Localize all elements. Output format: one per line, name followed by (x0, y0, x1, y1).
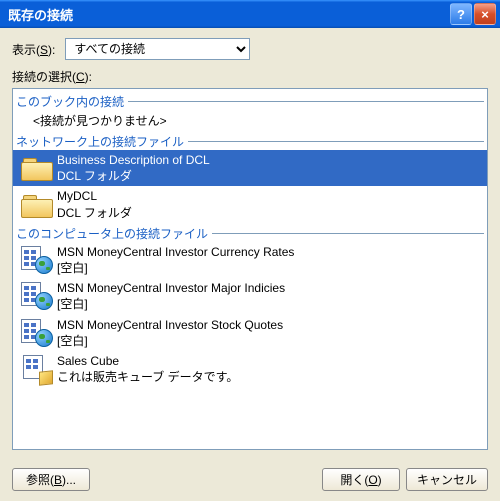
item-title: MSN MoneyCentral Investor Major Indicies (57, 280, 483, 296)
title-bar: 既存の接続 ? × (0, 0, 500, 28)
item-sub: [空白] (57, 296, 483, 312)
window-title: 既存の接続 (8, 5, 448, 24)
cube-file-icon (23, 355, 51, 383)
section-header-workbook: このブック内の接続 (13, 93, 487, 110)
item-title: MSN MoneyCentral Investor Currency Rates (57, 244, 483, 260)
item-title: Sales Cube (57, 353, 483, 369)
item-sub: DCL フォルダ (57, 205, 483, 221)
show-select[interactable]: すべての接続 (65, 38, 250, 60)
list-item[interactable]: MyDCL DCL フォルダ (13, 186, 487, 222)
dialog-footer: 参照(B)... 開く(O) キャンセル (0, 458, 500, 501)
show-row: 表示(S): すべての接続 (12, 38, 488, 60)
section-header-computer: このコンピュータ上の接続ファイル (13, 225, 487, 242)
folder-icon (21, 156, 53, 180)
list-item[interactable]: MSN MoneyCentral Investor Major Indicies… (13, 278, 487, 314)
open-button[interactable]: 開く(O) (322, 468, 400, 491)
folder-icon (21, 193, 53, 217)
browse-button[interactable]: 参照(B)... (12, 468, 90, 491)
list-item[interactable]: Sales Cube これは販売キューブ データです。 (13, 351, 487, 387)
item-sub: DCL フォルダ (57, 168, 483, 184)
workbook-empty-msg: <接続が見つかりません> (13, 110, 487, 131)
list-item[interactable]: MSN MoneyCentral Investor Currency Rates… (13, 242, 487, 278)
connection-file-icon (21, 319, 53, 347)
section-header-network: ネットワーク上の接続ファイル (13, 133, 487, 150)
item-sub: [空白] (57, 260, 483, 276)
list-item[interactable]: MSN MoneyCentral Investor Stock Quotes [… (13, 315, 487, 351)
item-title: Business Description of DCL (57, 152, 483, 168)
item-sub: [空白] (57, 333, 483, 349)
show-label: 表示(S): (12, 41, 55, 58)
item-title: MyDCL (57, 188, 483, 204)
cancel-button[interactable]: キャンセル (406, 468, 488, 491)
connection-file-icon (21, 246, 53, 274)
help-button[interactable]: ? (450, 3, 472, 25)
list-item[interactable]: Business Description of DCL DCL フォルダ (13, 150, 487, 186)
close-button[interactable]: × (474, 3, 496, 25)
item-sub: これは販売キューブ データです。 (57, 369, 483, 385)
choose-label: 接続の選択(C): (12, 68, 488, 85)
connections-listbox[interactable]: このブック内の接続 <接続が見つかりません> ネットワーク上の接続ファイル Bu… (12, 88, 488, 450)
item-title: MSN MoneyCentral Investor Stock Quotes (57, 317, 483, 333)
connection-file-icon (21, 282, 53, 310)
